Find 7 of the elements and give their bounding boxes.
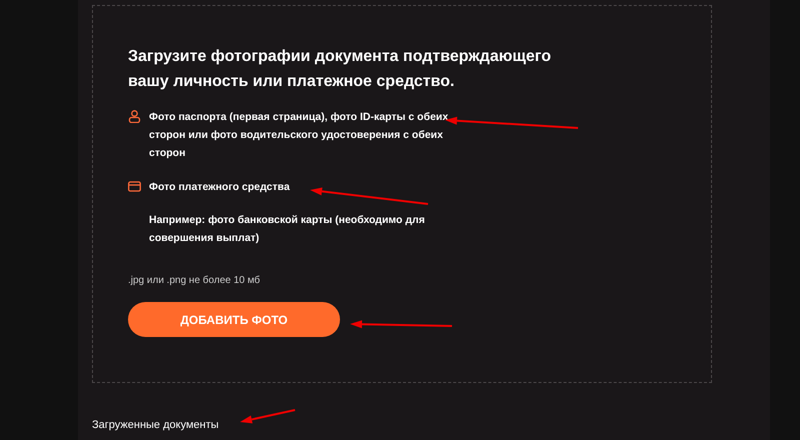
document-type-label: Фото платежного средства bbox=[149, 180, 291, 195]
file-hint: .jpg или .png не более 10 мб bbox=[128, 275, 261, 286]
document-note: Например: фото банковской карты (необходимо для совершения выплат) bbox=[149, 213, 426, 246]
add-photo-button[interactable]: ДОБАВИТЬ ФОТО bbox=[128, 302, 340, 337]
document-type-label: Фото паспорта (первая страница), фото ID-карты с обеих сторон или фото водительского удостоверения с обеих сторон bbox=[149, 110, 449, 161]
uploaded-heading: Загруженные документы bbox=[92, 419, 220, 431]
panel-title: Загрузите фотографии документа подтверждающего вашу личность или платежное средство. bbox=[128, 47, 552, 92]
